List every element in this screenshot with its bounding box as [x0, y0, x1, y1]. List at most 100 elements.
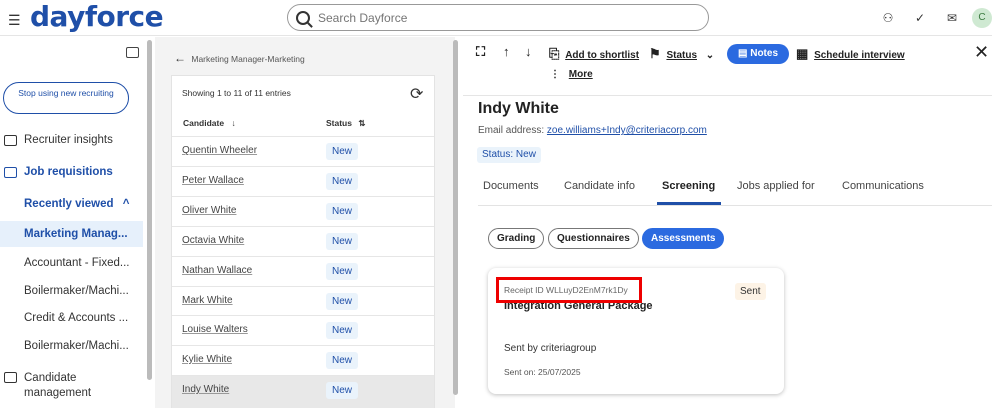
close-icon[interactable]: ✕: [974, 42, 989, 63]
arrow-up-icon[interactable]: ↑: [503, 44, 510, 59]
tab-candidate-info[interactable]: Candidate info: [564, 180, 635, 192]
tab-documents[interactable]: Documents: [483, 180, 539, 192]
column-header-status[interactable]: Status ⇅: [326, 118, 365, 129]
schedule-interview-label: Schedule interview: [814, 50, 905, 61]
sidebar-item-boilermaker-2[interactable]: Boilermaker/Machi...: [0, 340, 145, 352]
breadcrumb-label[interactable]: Marketing Manager-Marketing: [191, 54, 304, 64]
back-arrow-icon[interactable]: ←: [174, 51, 186, 65]
table-row[interactable]: Oliver White New: [172, 196, 434, 226]
schedule-interview-button[interactable]: ▦ Schedule interview: [796, 46, 905, 62]
sent-badge: Sent: [735, 283, 766, 300]
sidebar-item-label: Accountant - Fixed...: [24, 257, 130, 269]
sidebar-item-label: Boilermaker/Machi...: [24, 340, 129, 352]
sidebar-item-recruiter-insights[interactable]: Recruiter insights: [0, 134, 145, 146]
sidebar-item-job-requisitions[interactable]: Job requisitions: [0, 166, 145, 178]
candidate-link[interactable]: Quentin Wheeler: [182, 145, 257, 156]
logo[interactable]: dayforce: [30, 0, 164, 33]
table-row[interactable]: Kylie White New: [172, 345, 434, 375]
add-to-shortlist-button[interactable]: ⎘ Add to shortlist: [549, 46, 639, 62]
candidate-link[interactable]: Oliver White: [182, 205, 236, 216]
sidebar-item-candidate-management[interactable]: Candidate management: [0, 371, 110, 401]
table-row-selected[interactable]: Indy White New: [172, 375, 434, 408]
candidate-management-icon: [4, 372, 17, 383]
tab-jobs-applied-for[interactable]: Jobs applied for: [737, 180, 815, 192]
candidate-link[interactable]: Octavia White: [182, 235, 244, 246]
sort-icon: ⇅: [358, 118, 366, 128]
candidate-link[interactable]: Indy White: [182, 384, 229, 395]
status-badge: New: [326, 352, 359, 369]
column-header-candidate[interactable]: Candidate ↓: [183, 118, 236, 128]
tab-communications[interactable]: Communications: [842, 180, 924, 192]
status-badge: New: [326, 233, 359, 250]
more-button[interactable]: ⋮ More: [550, 69, 593, 80]
list-scrollbar[interactable]: [453, 40, 458, 395]
sidebar-item-accountant[interactable]: Accountant - Fixed...: [0, 257, 145, 269]
sidebar-item-boilermaker-1[interactable]: Boilermaker/Machi...: [0, 285, 145, 297]
sidebar-item-credit-accounts[interactable]: Credit & Accounts ...: [0, 312, 145, 324]
search-input[interactable]: [318, 10, 698, 25]
questionnaires-filter[interactable]: Questionnaires: [548, 228, 639, 249]
notes-button[interactable]: ▤ Notes: [727, 44, 789, 64]
sidebar-item-label: Credit & Accounts ...: [24, 312, 129, 324]
avatar[interactable]: C: [972, 8, 992, 28]
arrow-down-icon[interactable]: ↓: [525, 44, 532, 59]
candidate-link[interactable]: Mark White: [182, 295, 233, 306]
assessments-filter[interactable]: Assessments: [642, 228, 725, 249]
sidebar-scrollbar[interactable]: [147, 40, 152, 380]
column-header-label: Candidate: [183, 118, 225, 128]
tabs-divider: [478, 205, 992, 206]
table-row[interactable]: Mark White New: [172, 286, 434, 316]
email-link[interactable]: zoe.williams+Indy@criteriacorp.com: [547, 125, 707, 136]
status-badge: New: [326, 382, 359, 399]
more-vertical-icon: ⋮: [550, 69, 560, 80]
mail-icon[interactable]: ✉: [944, 10, 960, 26]
status-badge: New: [326, 203, 359, 220]
active-tab-indicator: [657, 202, 721, 205]
people-icon[interactable]: ⚇: [880, 10, 896, 26]
sidebar-item-marketing-manager[interactable]: Marketing Manag...: [0, 221, 143, 247]
menu-icon[interactable]: ☰: [8, 12, 21, 29]
candidate-link[interactable]: Kylie White: [182, 354, 232, 365]
candidate-link[interactable]: Louise Walters: [182, 324, 248, 335]
sidebar-item-recently-viewed[interactable]: Recently viewed ^: [0, 198, 145, 210]
tab-screening[interactable]: Screening: [662, 180, 715, 192]
candidate-link[interactable]: Peter Wallace: [182, 175, 244, 186]
sidebar-item-label: Recently viewed: [24, 198, 114, 210]
top-bar: ☰ dayforce ⚇ ✓ ✉ C: [0, 0, 992, 36]
calendar-icon: ▦: [796, 46, 809, 61]
sidebar-item-label: Boilermaker/Machi...: [24, 285, 129, 297]
more-label: More: [568, 69, 593, 80]
table-row[interactable]: Quentin Wheeler New: [172, 136, 434, 166]
flag-icon: ⚑: [649, 46, 661, 61]
table-row[interactable]: Louise Walters New: [172, 315, 434, 345]
status-badge: New: [326, 173, 359, 190]
clipboard-icon: ⎘: [549, 46, 560, 61]
email-line: Email address: zoe.williams+Indy@criteri…: [478, 125, 707, 136]
candidate-link[interactable]: Nathan Wallace: [182, 265, 252, 276]
table-row[interactable]: Nathan Wallace New: [172, 256, 434, 286]
table-row[interactable]: Peter Wallace New: [172, 166, 434, 196]
refresh-icon[interactable]: ⟳: [410, 84, 423, 104]
candidate-name: Indy White: [478, 100, 559, 117]
insights-icon: [4, 135, 17, 146]
chevron-up-icon: ^: [122, 198, 130, 210]
column-header-label: Status: [326, 118, 352, 128]
sidebar-item-label: Job requisitions: [24, 166, 113, 178]
status-label: Status: [666, 50, 697, 61]
add-to-shortlist-label: Add to shortlist: [565, 50, 640, 61]
status-dropdown[interactable]: ⚑ Status ⌄: [649, 46, 714, 62]
check-circle-icon[interactable]: ✓: [912, 10, 928, 26]
chevron-down-icon: ⌄: [705, 50, 715, 61]
briefcase-icon: [4, 167, 17, 178]
grading-filter[interactable]: Grading: [488, 228, 545, 249]
expand-icon[interactable]: ⛶: [476, 44, 485, 60]
search-bar[interactable]: [287, 4, 709, 31]
status-badge: New: [326, 143, 359, 160]
sidebar-item-label: Marketing Manag...: [24, 228, 128, 240]
collapse-sidebar-icon[interactable]: [126, 47, 139, 58]
breadcrumb[interactable]: ← Marketing Manager-Marketing: [174, 51, 305, 65]
entries-count: Showing 1 to 11 of 11 entries: [182, 88, 291, 98]
notes-label: Notes: [750, 48, 779, 59]
stop-new-recruiting-button[interactable]: Stop using new recruiting: [3, 82, 129, 114]
table-row[interactable]: Octavia White New: [172, 226, 434, 256]
